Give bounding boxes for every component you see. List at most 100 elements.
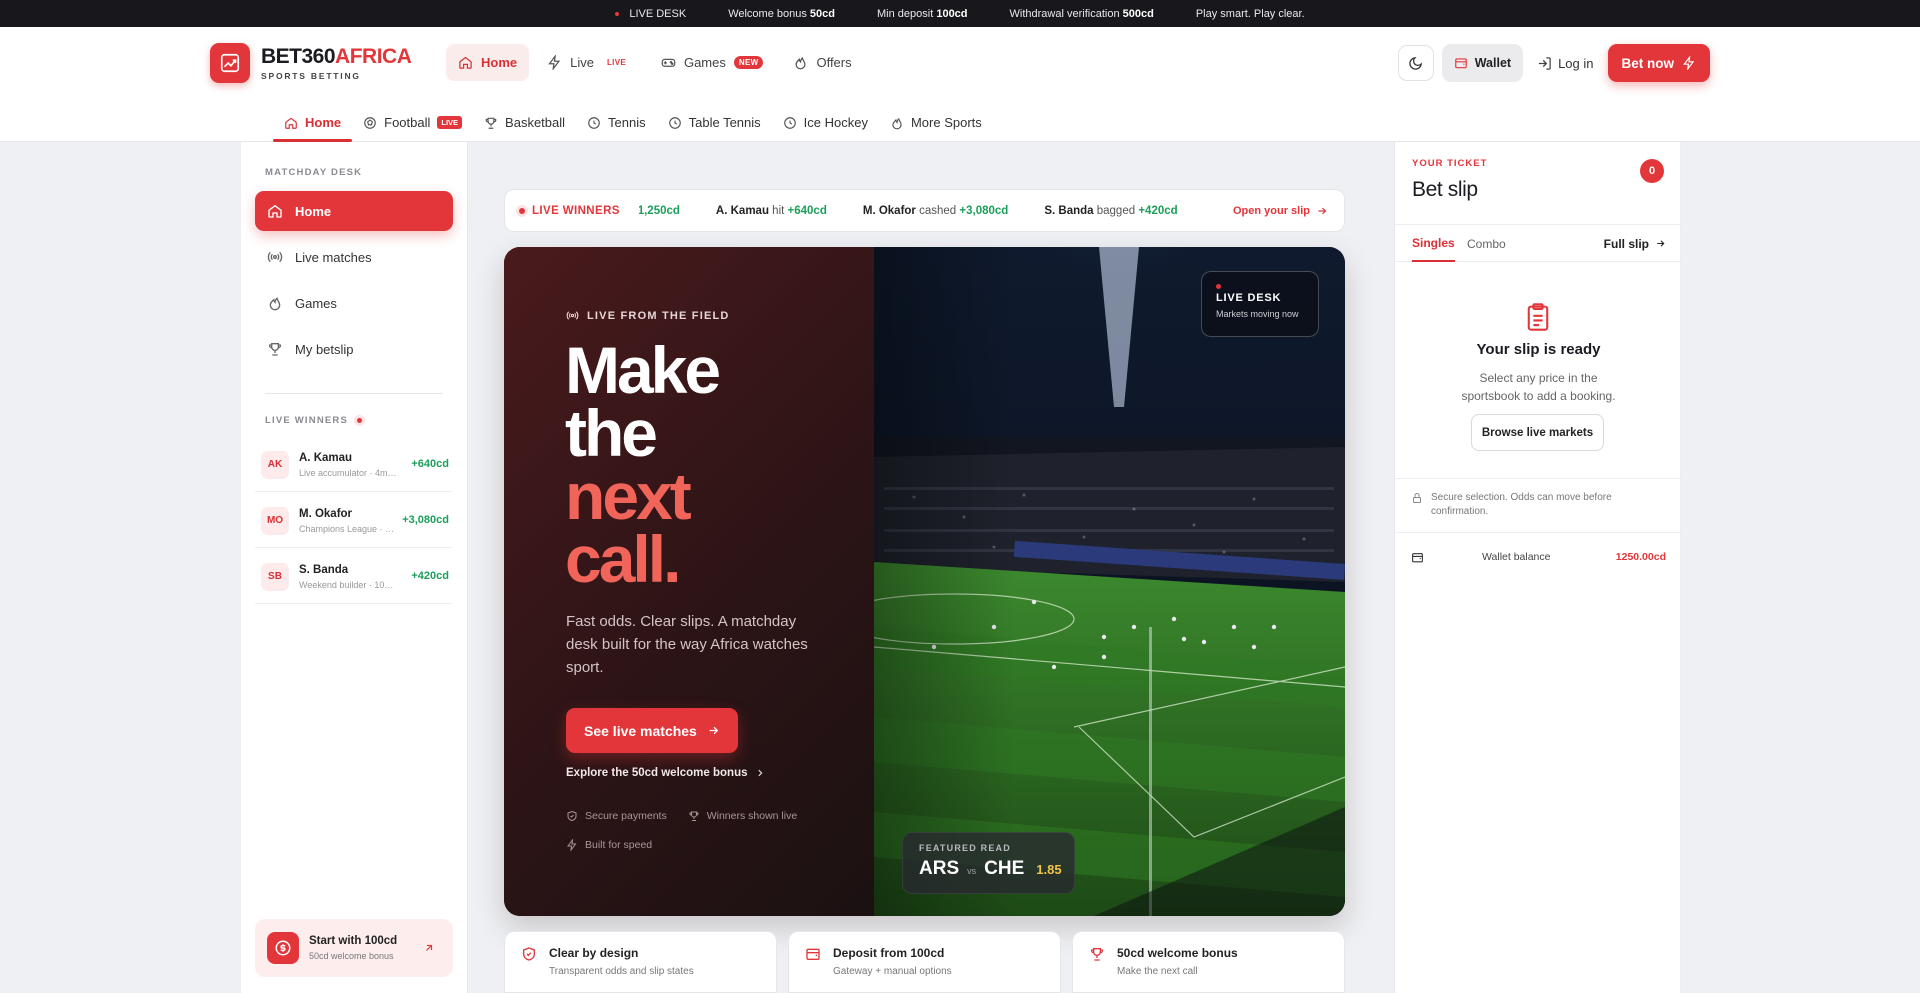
slip-divider	[1395, 478, 1682, 479]
avatar: MO	[261, 506, 289, 535]
tab-combo[interactable]: Combo	[1467, 225, 1506, 262]
sport-tab-tennis[interactable]: Tennis	[576, 103, 657, 142]
feature-subtitle: Make the next call	[1117, 966, 1198, 977]
hero-kicker-label: LIVE FROM THE FIELD	[587, 309, 730, 322]
brand-name[interactable]: BET360AFRICA	[261, 45, 412, 69]
sidebar-item-home[interactable]: Home	[255, 191, 453, 231]
sport-tab-basketball[interactable]: Basketball	[473, 103, 576, 142]
feature-card-clear: Clear by design Transparent odds and slip…	[504, 931, 777, 993]
bet-now-button[interactable]: Bet now	[1607, 44, 1710, 82]
headline-line: the	[565, 396, 658, 470]
login-button[interactable]: Log in	[1531, 44, 1599, 82]
see-live-matches-button[interactable]: See live matches	[566, 708, 738, 753]
tab-singles[interactable]: Singles	[1412, 225, 1455, 262]
stadium-image	[874, 247, 1345, 916]
sport-navigation: Home Football LIVE Basketball Tennis Tab…	[273, 103, 993, 142]
feature-title: Clear by design	[549, 946, 639, 960]
sport-tab-label: More Sports	[910, 115, 982, 130]
winner-desc: Champions League · 7m ago	[299, 523, 399, 534]
arrow-right-icon	[1657, 240, 1665, 247]
sidebar-divider	[265, 393, 443, 394]
trust-secure-payments: Secure payments Winners shown live	[566, 810, 797, 822]
home-icon	[459, 56, 472, 69]
winner-row[interactable]: AK A. Kamau Live accumulator · 4m ago +64…	[255, 438, 453, 492]
promo-title: Start with 100cd	[309, 935, 398, 947]
trophy-icon	[485, 117, 497, 129]
browse-live-markets-button[interactable]: Browse live markets	[1471, 414, 1604, 451]
top-navigation: Home Live LIVE Games NEW Offers	[446, 44, 864, 81]
shield-icon	[523, 947, 535, 961]
flame-icon	[892, 117, 902, 129]
shield-icon	[567, 810, 577, 822]
topnav-home-label: Home	[481, 55, 518, 70]
topnav-games-label: Games	[683, 55, 726, 70]
sidebar-item-label: My betslip	[295, 341, 354, 357]
chevron-right-icon	[757, 769, 762, 777]
sport-tab-home[interactable]: Home	[273, 103, 353, 142]
welcome-promo-card[interactable]: Start with 100cd 50cd welcome bonus	[255, 919, 453, 977]
headline-line-accent: next	[565, 459, 692, 533]
wallet-button[interactable]: Wallet	[1441, 44, 1524, 82]
trust-label: Winners shown live	[706, 810, 798, 822]
winner-row[interactable]: MO M. Okafor Champions League · 7m ago +3…	[255, 494, 453, 548]
trophy-icon	[689, 811, 699, 821]
ticker-entry: A. Kamau hit +640cd	[715, 204, 827, 217]
live-dot-icon	[615, 11, 620, 16]
arrow-up-right-icon	[426, 944, 433, 951]
open-slip-link[interactable]: Open your slip	[1233, 205, 1344, 217]
sidebar-item-my-betslip[interactable]: My betslip	[255, 329, 453, 369]
gamepad-icon	[661, 58, 676, 67]
secure-note-text: Secure selection. Odds can move before c…	[1431, 492, 1612, 517]
featured-match-card[interactable]: FEATURED READ ARS vs CHE 1.85	[902, 832, 1075, 894]
strip-min-deposit: Min deposit 100cd	[877, 7, 968, 20]
sidebar-item-live-matches[interactable]: Live matches	[255, 237, 453, 277]
sport-tab-ice-hockey[interactable]: Ice Hockey	[772, 103, 879, 142]
live-badge: LIVE	[606, 58, 626, 67]
topnav-live-label: Live	[570, 55, 594, 70]
full-slip-link[interactable]: Full slip	[1604, 225, 1666, 262]
wallet-icon	[1454, 58, 1467, 69]
match-odds[interactable]: 1.85	[1036, 862, 1061, 877]
trust-label: Built for speed	[585, 839, 653, 851]
winner-row[interactable]: SB S. Banda Weekend builder · 10m ago +42…	[255, 550, 453, 604]
live-desk-card[interactable]: LIVE DESK Markets moving now	[1201, 271, 1319, 337]
avatar: AK	[261, 450, 289, 479]
home-team: ARS	[919, 858, 960, 879]
sidebar-item-games[interactable]: Games	[255, 283, 453, 323]
ticker-amount: +1,250cd	[639, 204, 680, 217]
arrow-right-icon	[1318, 207, 1327, 214]
away-team: CHE	[984, 858, 1025, 879]
strip-withdrawal: Withdrawal verification 500cd	[1009, 7, 1154, 20]
bet-now-label: Bet now	[1621, 55, 1675, 71]
sport-tab-football[interactable]: Football LIVE	[352, 103, 473, 142]
open-slip-label: Open your slip	[1232, 204, 1310, 217]
lightning-icon	[567, 839, 577, 851]
lightning-icon	[548, 55, 561, 70]
theme-toggle-button[interactable]	[1397, 45, 1434, 81]
wallet-balance-amount: 1250.00cd	[1615, 551, 1666, 563]
live-dot-icon	[519, 207, 525, 214]
live-winners-ticker: LIVE WINNERS +1,250cd A. Kamau hit +640c…	[504, 189, 1345, 232]
brand-logo[interactable]	[210, 43, 250, 83]
sport-tab-table-tennis[interactable]: Table Tennis	[657, 103, 772, 142]
wallet-balance-row: Wallet balance 1250.00cd	[1411, 540, 1666, 574]
login-icon	[1538, 56, 1551, 70]
left-sidebar: MATCHDAY DESK Home Live matches Games My…	[240, 142, 468, 993]
topnav-offers[interactable]: Offers	[781, 44, 863, 81]
football-icon	[364, 116, 376, 129]
topnav-games[interactable]: Games NEW	[649, 44, 775, 81]
ball-icon	[668, 116, 681, 129]
welcome-bonus-link[interactable]: Explore the 50cd welcome bonus	[566, 767, 765, 779]
header-actions: Wallet Log in Bet now	[1397, 44, 1710, 82]
ticker-entry: S. Banda bagged +420cd	[1044, 204, 1178, 217]
headline-line: Make	[565, 333, 721, 407]
topnav-live[interactable]: Live LIVE	[535, 44, 643, 81]
sport-tab-more[interactable]: More Sports	[879, 103, 993, 142]
versus-label: vs	[967, 866, 977, 876]
hero-kicker: LIVE FROM THE FIELD	[566, 309, 730, 322]
winner-name: M. Okafor	[299, 507, 353, 520]
sport-tab-label: Tennis	[608, 115, 646, 130]
topnav-home[interactable]: Home	[446, 44, 530, 81]
ball-icon	[783, 116, 796, 129]
hero-banner: LIVE FROM THE FIELD Make the next call. …	[504, 247, 1345, 916]
